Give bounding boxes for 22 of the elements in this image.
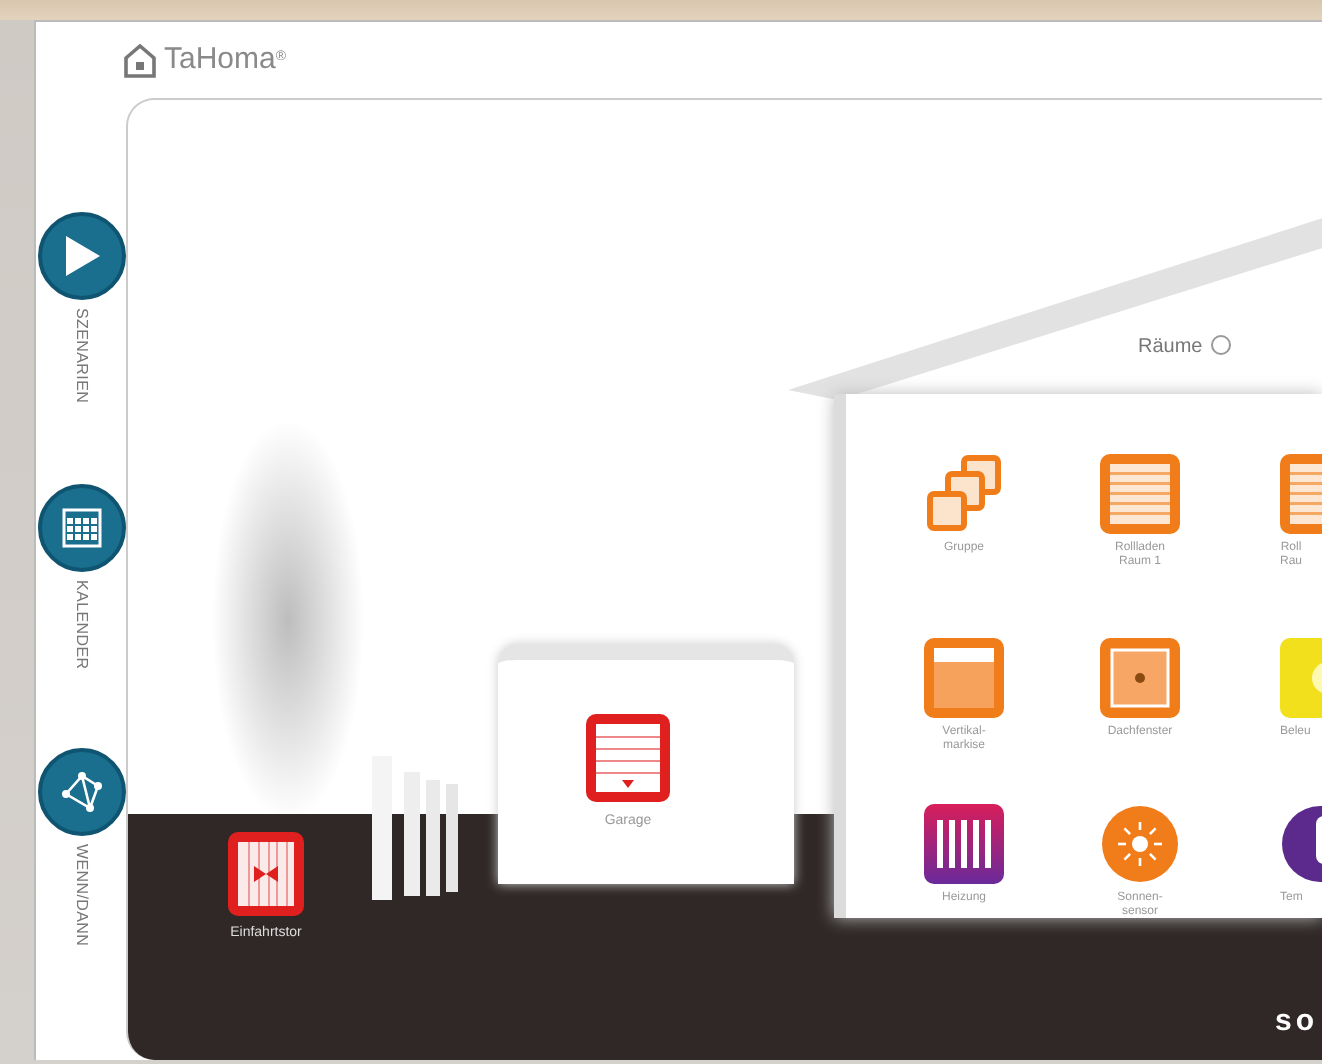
- sun-icon: [1100, 804, 1180, 884]
- rooms-label: Räume: [1138, 334, 1203, 362]
- house-icon: [124, 43, 156, 77]
- sidebar-button[interactable]: [37, 483, 125, 572]
- calendar-icon: [61, 507, 101, 548]
- gate-icon[interactable]: [228, 832, 304, 916]
- sidebar-button[interactable]: [37, 748, 125, 837]
- shutter-icon: [1100, 454, 1180, 534]
- brand-logo: so: [1274, 1001, 1318, 1041]
- sidebar-label: WENN/DANN: [71, 844, 93, 947]
- window-icon: [1100, 638, 1180, 718]
- app-title: TaHoma$^{®}$: [164, 39, 287, 80]
- radiator-icon: [924, 804, 1004, 884]
- network-icon: [57, 770, 105, 815]
- play-icon: [61, 234, 101, 278]
- circle-icon: [1210, 334, 1232, 356]
- sidebar-label: KALENDER: [71, 579, 93, 669]
- sidebar-label: SZENARIEN: [71, 308, 93, 404]
- sidebar-button[interactable]: [37, 212, 125, 300]
- garage-door-icon[interactable]: [586, 714, 670, 802]
- stacked-squares-icon: [924, 454, 1004, 534]
- awning-icon: [924, 638, 1004, 718]
